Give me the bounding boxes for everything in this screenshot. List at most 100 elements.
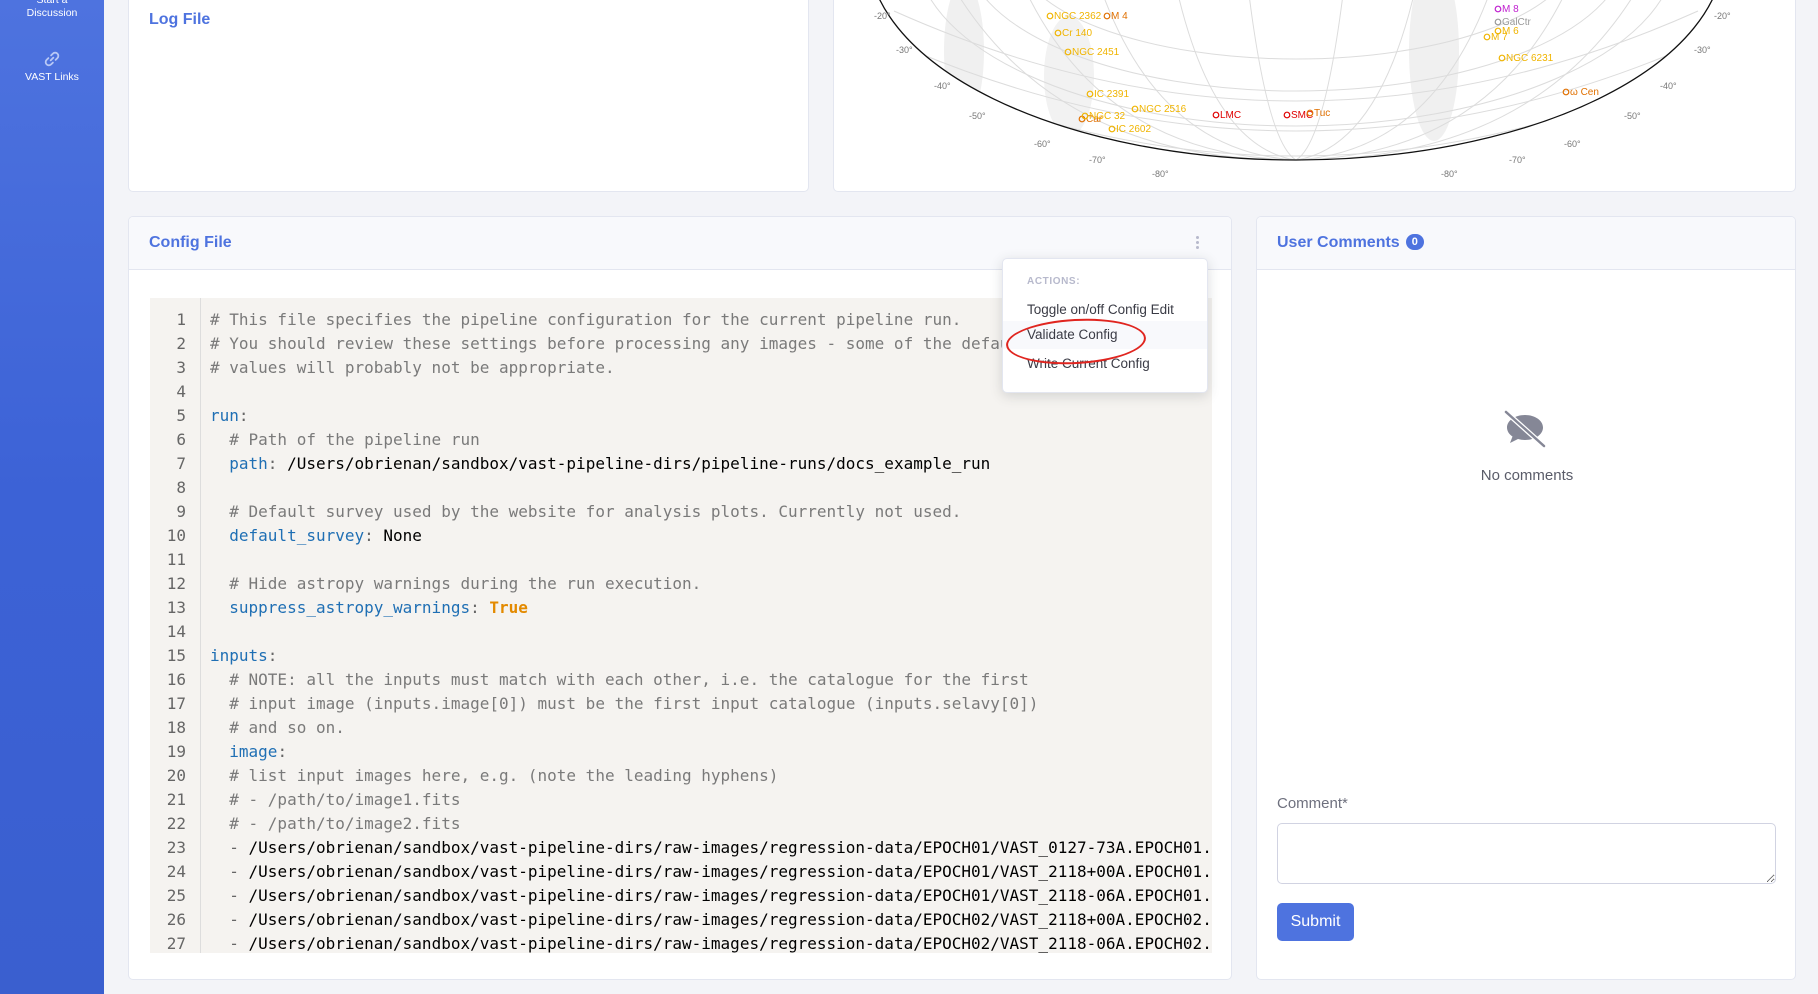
sky-object-marker — [1494, 5, 1502, 13]
dec-label: -80° — [1152, 169, 1169, 179]
code-line: 8 — [150, 476, 1212, 500]
line-text: run: — [210, 406, 249, 425]
sky-object-label: NGC 6231 — [1506, 53, 1554, 64]
sky-object[interactable]: IC 2602 — [1108, 124, 1151, 135]
line-number: 11 — [166, 550, 186, 569]
line-text: # values will probably not be appropriat… — [210, 358, 615, 377]
log-file-title: Log File — [149, 11, 211, 28]
dec-label: -40° — [1660, 81, 1677, 91]
line-text: # and so on. — [229, 718, 345, 737]
code-line: 12 # Hide astropy warnings during the ru… — [150, 572, 1212, 596]
sky-object[interactable]: LMC — [1212, 110, 1241, 121]
line-number: 6 — [176, 430, 186, 449]
sky-object-label: IC 2602 — [1116, 124, 1151, 135]
sky-object-label: M 4 — [1111, 11, 1128, 22]
code-line: 7 path: /Users/obrienan/sandbox/vast-pip… — [150, 452, 1212, 476]
sky-object-label: M 8 — [1502, 4, 1519, 15]
sky-map-card: -20° -30° -40° -50° -60° -70° -80° -20° -30° -40°… — [833, 0, 1796, 192]
sky-object-label: GalCtr — [1502, 17, 1532, 28]
dec-label: -20° — [874, 11, 891, 21]
sky-object[interactable]: IC 2391 — [1086, 89, 1129, 100]
link-icon — [44, 51, 60, 67]
line-text: # - /path/to/image2.fits — [229, 814, 461, 833]
dec-label: -60° — [1564, 139, 1581, 149]
sky-object-label: NGC 2362 — [1054, 11, 1102, 22]
dec-label: -20° — [1714, 11, 1731, 21]
actions-header: ACTIONS: — [1027, 276, 1081, 287]
line-text: inputs: — [210, 646, 278, 665]
code-line: 25 - /Users/obrienan/sandbox/vast-pipeli… — [150, 884, 1212, 908]
sky-map[interactable]: -20° -30° -40° -50° -60° -70° -80° -20° -30° -40°… — [834, 0, 1796, 192]
line-number: 13 — [166, 598, 186, 617]
code-line: 13 suppress_astropy_warnings: True — [150, 596, 1212, 620]
comments-count-badge: 0 — [1405, 234, 1424, 250]
line-number: 7 — [176, 454, 186, 473]
kebab-menu-icon[interactable] — [1195, 236, 1201, 252]
line-number: 26 — [166, 910, 186, 929]
dec-label: -80° — [1441, 169, 1458, 179]
line-text: # - /path/to/image1.fits — [229, 790, 461, 809]
line-text: # Default survey used by the website for… — [229, 502, 962, 521]
code-line: 11 — [150, 548, 1212, 572]
dec-label: -30° — [896, 45, 913, 55]
line-number: 14 — [166, 622, 186, 641]
submit-button[interactable]: Submit — [1277, 903, 1354, 941]
line-number: 17 — [166, 694, 186, 713]
comment-textarea[interactable] — [1277, 823, 1776, 884]
sky-object-label: LMC — [1220, 110, 1241, 121]
no-comments-text: No comments — [1480, 467, 1574, 484]
code-line: 24 - /Users/obrienan/sandbox/vast-pipeli… — [150, 860, 1212, 884]
sky-object[interactable]: NGC 2362 — [1046, 11, 1102, 22]
line-number: 9 — [176, 502, 186, 521]
sky-object[interactable]: NGC 2451 — [1064, 47, 1120, 58]
code-line: 21 # - /path/to/image1.fits — [150, 788, 1212, 812]
code-line: 26 - /Users/obrienan/sandbox/vast-pipeli… — [150, 908, 1212, 932]
dec-label: -60° — [1034, 139, 1051, 149]
sky-object-label: NGC 2451 — [1072, 47, 1120, 58]
sky-object[interactable]: M 4 — [1103, 11, 1128, 22]
code-line: 18 # and so on. — [150, 716, 1212, 740]
code-line: 17 # input image (inputs.image[0]) must … — [150, 692, 1212, 716]
dec-label: -40° — [934, 81, 951, 91]
line-text: # NOTE: all the inputs must match with e… — [229, 670, 1029, 689]
sky-map-outline — [879, 0, 1713, 161]
sky-object-label: Tuc — [1314, 108, 1330, 119]
line-text: # This file specifies the pipeline confi… — [210, 310, 962, 329]
sky-object[interactable]: GalCtr — [1494, 17, 1532, 28]
sidebar-item-label: Start a Discussion — [26, 0, 78, 19]
line-text: - /Users/obrienan/sandbox/vast-pipeline-… — [229, 910, 1212, 929]
comments-title-text: User Comments — [1277, 234, 1400, 251]
dec-label: -50° — [1624, 111, 1641, 121]
line-text: image: — [229, 742, 288, 761]
sky-object[interactable]: NGC 32 — [1081, 111, 1126, 122]
sidebar: Start a Discussion VAST Links — [0, 0, 104, 994]
dec-label: -50° — [969, 111, 986, 121]
sky-object[interactable]: ω Cen — [1562, 87, 1599, 98]
code-line: 27 - /Users/obrienan/sandbox/vast-pipeli… — [150, 932, 1212, 953]
line-number: 21 — [166, 790, 186, 809]
dec-label: -70° — [1509, 155, 1526, 165]
sidebar-item-vast-links[interactable]: VAST Links — [0, 50, 104, 84]
line-number: 24 — [166, 862, 186, 881]
config-file-title: Config File — [149, 234, 232, 251]
sidebar-item-start-discussion[interactable]: Start a Discussion — [0, 0, 104, 20]
line-number: 10 — [166, 526, 186, 545]
code-line: 19 image: — [150, 740, 1212, 764]
line-number: 1 — [176, 310, 186, 329]
line-number: 4 — [176, 382, 186, 401]
sky-object-marker — [1103, 12, 1111, 20]
line-text: # list input images here, e.g. (note the… — [229, 766, 779, 785]
config-editor[interactable]: 1 # This file specifies the pipeline conf… — [150, 298, 1212, 953]
sky-object[interactable]: NGC 2516 — [1131, 104, 1187, 115]
sky-object-marker — [1283, 111, 1291, 119]
sky-object[interactable]: M 8 — [1494, 4, 1519, 15]
line-text: # input image (inputs.image[0]) must be … — [229, 694, 1039, 713]
sky-object[interactable]: NGC 6231 — [1498, 53, 1554, 64]
code-line: 14 — [150, 620, 1212, 644]
line-text: # You should review these settings befor… — [210, 334, 1010, 353]
sidebar-item-label: VAST Links — [25, 71, 79, 83]
sky-object-label: NGC 2516 — [1139, 104, 1187, 115]
line-text: - /Users/obrienan/sandbox/vast-pipeline-… — [229, 934, 1212, 953]
line-number: 8 — [176, 478, 186, 497]
line-text: - /Users/obrienan/sandbox/vast-pipeline-… — [229, 886, 1212, 905]
